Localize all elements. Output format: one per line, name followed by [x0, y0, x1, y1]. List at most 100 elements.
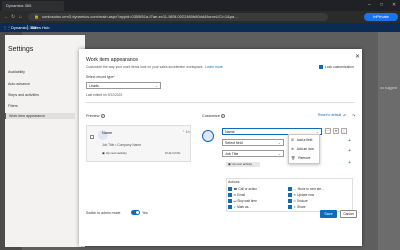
app-header: ⋮⋮ Dynamics 365 Sales Hub: [0, 23, 400, 32]
undo-icon[interactable]: ↶: [343, 113, 346, 118]
url-field[interactable]: 🔒 contosoinc.crm3.dynamics.com/main.aspx?…: [28, 13, 328, 21]
last-edited-text: Last edited on 9/12/2022: [86, 93, 123, 97]
menu-remove[interactable]: 🗑 Remove: [291, 156, 310, 160]
menu-remove-label: Remove: [298, 156, 311, 160]
divider: [86, 102, 354, 103]
subtitle-text: Customize the way your work items look o…: [86, 65, 204, 69]
add-field-plus-icon[interactable]: +: [348, 138, 351, 144]
next-activity-tag-text: Up next activity: [231, 162, 253, 166]
maximize-icon[interactable]: □: [380, 2, 383, 8]
add-field-plus-icon[interactable]: +: [348, 148, 351, 154]
hub-name[interactable]: Sales Hub: [31, 23, 49, 32]
action-email[interactable]: ✉ Email: [228, 193, 245, 197]
record-type-label: Select record type*: [86, 75, 115, 79]
action-mark-as[interactable]: ✓ Mark as...: [228, 205, 251, 209]
chevron-down-icon: ⌄: [154, 84, 158, 88]
settings-item-steps[interactable]: Steps and activities: [8, 93, 39, 97]
chevron-down-icon: ⌄: [277, 152, 281, 156]
preview-next-activity-text: Up next activity: [105, 151, 127, 155]
menu-add-field-label: Add a field: [296, 138, 313, 142]
info-icon[interactable]: i: [220, 114, 225, 118]
customize-avatar[interactable]: [202, 130, 214, 142]
settings-title: Settings: [8, 46, 34, 53]
required-marker: *: [113, 75, 115, 79]
action-call-label: Call or action: [238, 187, 257, 191]
refresh-icon[interactable]: ↻: [11, 14, 15, 20]
checkbox-icon: [228, 187, 232, 191]
cancel-button[interactable]: Cancel: [340, 210, 357, 218]
preview-checkbox: [90, 135, 94, 139]
header-divider: [27, 25, 28, 30]
reset-default-link[interactable]: Reset to default: [318, 113, 341, 117]
action-snooze-label: Snooze: [296, 199, 308, 203]
checkbox-icon: [319, 65, 323, 70]
chevron-down-icon: ⌄: [277, 141, 281, 145]
checkbox-icon: [228, 193, 232, 197]
settings-item-filters[interactable]: Filters: [8, 104, 18, 108]
inprivate-badge[interactable]: InPrivate: [364, 13, 398, 21]
trash-icon: 🗑: [291, 156, 296, 160]
preview-label: Preview i: [86, 114, 105, 118]
checkbox-icon: [288, 205, 292, 209]
select-field-value: Select field: [225, 141, 243, 145]
record-type-label-text: Select record type: [86, 75, 114, 79]
minimize-icon[interactable]: –: [368, 2, 371, 8]
save-button[interactable]: Save: [320, 210, 337, 218]
settings-item-availability[interactable]: Availability: [8, 70, 25, 74]
actions-label: Actions: [228, 180, 240, 184]
action-skip-wait[interactable]: ⏭ Skip wait time: [228, 199, 257, 203]
home-icon[interactable]: ⌂: [19, 14, 22, 20]
redo-icon[interactable]: ↷: [352, 113, 355, 118]
checkbox-icon: [288, 199, 292, 203]
dialog-subtitle: Customize the way your work items look o…: [86, 65, 223, 69]
address-bar: ← ↻ ⌂ 🔒 contosoinc.crm3.dynamics.com/main…: [0, 11, 400, 23]
close-icon[interactable]: ✕: [355, 53, 360, 60]
action-share-label: Share: [297, 205, 306, 209]
add-field-plus-icon[interactable]: +: [348, 160, 351, 166]
learn-more-link[interactable]: Learn more: [205, 65, 222, 69]
back-icon[interactable]: ←: [4, 14, 9, 20]
record-type-value: Leads: [89, 84, 99, 88]
field-menu-button[interactable]: ⋮: [341, 128, 347, 134]
action-update[interactable]: ↻ Update now: [288, 193, 314, 197]
lock-customization-label: Lock customization: [325, 65, 354, 69]
settings-item-work-item-appearance[interactable]: Work item appearance: [5, 113, 75, 119]
browser-tab-bar: Dynamics 365 – □ ✕: [0, 0, 400, 11]
menu-add-icon-label: Add an icon: [296, 147, 315, 151]
preview-due-date: DUE DATE: [165, 151, 181, 155]
checkbox-icon: [228, 199, 232, 203]
action-call[interactable]: ☎ Call or action: [228, 187, 257, 191]
close-window-icon[interactable]: ✕: [392, 2, 396, 8]
job-title-select[interactable]: Job Title ⌄: [222, 150, 284, 157]
checkbox-icon: [288, 187, 292, 191]
info-icon[interactable]: i: [100, 114, 105, 118]
preview-next-activity: ▣ Up next activity: [102, 151, 127, 155]
action-share[interactable]: ⇪ Share: [288, 205, 306, 209]
next-activity-tag: ▣ Up next activity: [226, 162, 260, 167]
select-field-select[interactable]: Select field ⌄: [222, 139, 284, 146]
browser-tab[interactable]: Dynamics 365: [2, 1, 64, 11]
action-mark-as-label: Mark as...: [237, 205, 252, 209]
add-field-icon: ⊞: [291, 138, 294, 142]
menu-add-icon[interactable]: ⊕ Add an icon: [291, 147, 314, 151]
dialog-title: Work item appearance: [86, 57, 139, 63]
adjust-button[interactable]: ▾: [333, 128, 339, 134]
url-text: contosoinc.crm3.dynamics.com/main.aspx?a…: [41, 14, 238, 19]
settings-item-auto-advance[interactable]: Auto advance: [8, 82, 30, 86]
action-email-label: Email: [237, 193, 246, 197]
tab-title: Dynamics 365: [6, 3, 32, 8]
app-launcher-icon[interactable]: ⋮⋮: [3, 23, 11, 32]
action-skip-wait-label: Skip wait time: [237, 199, 257, 203]
checkbox-icon: [288, 193, 292, 197]
more-options-button[interactable]: ⋯: [325, 128, 331, 134]
menu-add-field[interactable]: ⊞ Add a field: [291, 138, 312, 142]
action-move-next[interactable]: → Move to next ste...: [288, 187, 324, 191]
toggle-knob: [136, 211, 139, 214]
record-type-select[interactable]: Leads ⌄: [86, 82, 161, 89]
job-title-value: Job Title: [225, 152, 239, 156]
lock-customization-checkbox[interactable]: Lock customization: [319, 65, 354, 70]
preview-chevron-icon: ⌃ 1h: [182, 130, 190, 134]
action-update-label: Update now: [297, 193, 315, 197]
lock-icon: 🔒: [34, 14, 39, 19]
action-snooze[interactable]: ⏲ Snooze: [288, 199, 308, 203]
